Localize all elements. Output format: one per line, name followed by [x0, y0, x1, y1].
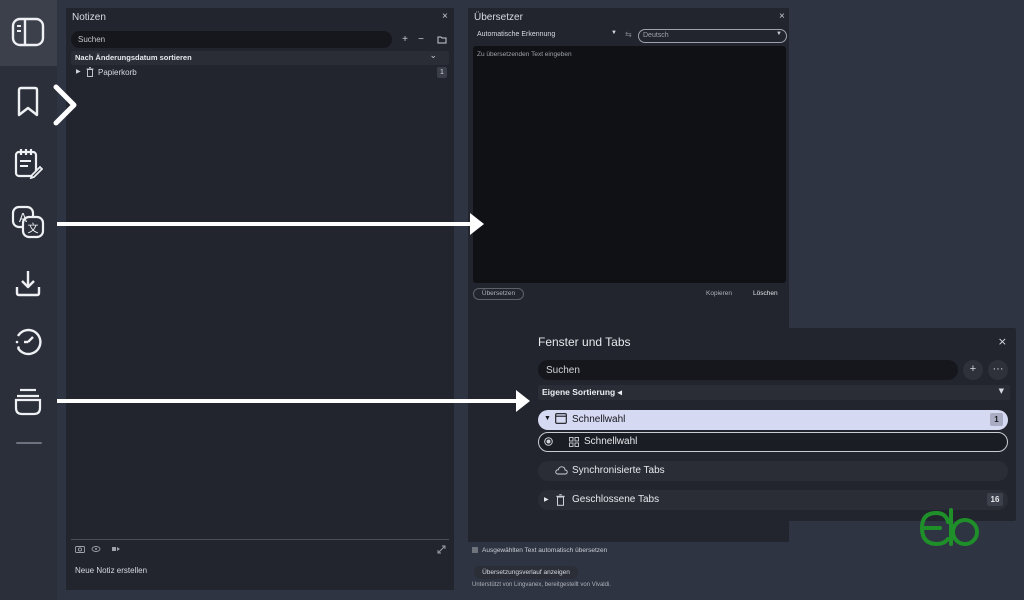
window-row[interactable]: ▼ Schnellwahl 1 [538, 410, 1008, 430]
clear-button[interactable]: Löschen [753, 290, 778, 297]
window-row-count: 1 [990, 413, 1003, 426]
chevron-down-icon[interactable]: ▼ [999, 387, 1004, 395]
history-icon[interactable] [8, 322, 48, 362]
trash-icon [86, 67, 94, 79]
annotation-arrowhead-translator [470, 213, 484, 235]
swap-languages-icon[interactable]: ⇆ [625, 30, 632, 39]
closed-tabs-label: Geschlossene Tabs [572, 494, 660, 505]
folder-icon[interactable] [435, 32, 449, 46]
window-sort-label: Eigene Sortierung ◂ [542, 387, 622, 397]
notes-add-button[interactable]: + [398, 32, 412, 46]
source-language-value: Automatische Erkennung [477, 31, 556, 38]
synced-tabs-label: Synchronisierte Tabs [572, 465, 665, 476]
radio-dot-icon [544, 437, 553, 449]
translator-title: Übersetzer [474, 12, 523, 23]
closed-tabs-count: 16 [987, 493, 1003, 506]
expand-arrow-icon[interactable]: ▶ [544, 496, 549, 503]
panel-rail: A 文 [0, 0, 57, 600]
translation-history-button[interactable]: Übersetzungsverlauf anzeigen [474, 566, 578, 579]
annotation-arrowhead-windows [516, 390, 530, 412]
copy-button[interactable]: Kopieren [706, 290, 732, 297]
expand-arrow-icon[interactable]: ▶ [76, 68, 81, 75]
notes-search-input[interactable] [71, 31, 392, 48]
speed-dial-icon [569, 437, 579, 450]
rail-separator [16, 442, 42, 444]
trash-count-badge: 1 [437, 67, 447, 78]
cloud-icon [555, 466, 568, 478]
chevron-down-icon: ▼ [776, 31, 782, 37]
notes-close-button[interactable]: × [442, 11, 448, 22]
window-tabs-close-button[interactable]: × [998, 335, 1007, 348]
tab-row-label: Schnellwahl [584, 436, 638, 447]
annotation-arrow-translator [57, 222, 473, 226]
window-tabs-search-input[interactable] [538, 360, 958, 380]
translator-close-button[interactable]: × [779, 11, 785, 22]
camera-icon[interactable] [75, 545, 85, 555]
notes-sort-label: Nach Änderungsdatum sortieren [75, 53, 192, 62]
powered-by-text: Unterstützt von Lingvanex, bereitgestell… [472, 582, 611, 588]
trash-folder-row[interactable]: ▶ Papierkorb 1 [71, 67, 449, 80]
translation-input[interactable] [473, 46, 786, 283]
auto-translate-checkbox[interactable]: Ausgewählten Text automatisch übersetzen [472, 547, 607, 554]
notes-footer-divider [71, 539, 449, 540]
site-logo [918, 506, 984, 554]
svg-text:文: 文 [28, 221, 39, 235]
chevron-down-icon[interactable]: ⌄ [429, 51, 437, 61]
window-row-label: Schnellwahl [572, 414, 626, 425]
annotation-arrow-windows [57, 399, 519, 403]
collapse-arrow-icon[interactable]: ▼ [544, 415, 551, 422]
chevron-down-icon: ▼ [611, 30, 617, 36]
new-note-button[interactable]: Neue Notiz erstellen [75, 566, 147, 575]
window-add-button[interactable]: + [963, 360, 983, 380]
window-tabs-icon[interactable] [8, 382, 48, 422]
source-language-select[interactable]: Automatische Erkennung ▼ [473, 29, 621, 43]
synced-tabs-row[interactable]: Synchronisierte Tabs [538, 461, 1008, 481]
trash-label: Papierkorb [98, 68, 137, 77]
window-tabs-panel: Fenster und Tabs × + ··· Eigene Sortieru… [530, 328, 1016, 521]
translate-button[interactable]: Übersetzen [473, 288, 524, 300]
notes-icon[interactable] [8, 143, 48, 183]
panel-toggle-icon[interactable] [8, 12, 48, 52]
link-icon[interactable] [91, 545, 101, 555]
window-sort-bar[interactable]: Eigene Sortierung ◂ ▼ [538, 385, 1010, 400]
window-tabs-title: Fenster und Tabs [538, 335, 631, 349]
notes-remove-button[interactable]: − [414, 32, 428, 46]
window-icon [555, 413, 567, 427]
tab-row[interactable]: Schnellwahl [538, 432, 1008, 452]
notes-panel: Notizen × + − Nach Änderungsdatum sortie… [66, 8, 454, 590]
target-language-select[interactable]: Deutsch ▼ [638, 29, 787, 43]
expand-icon[interactable] [437, 545, 446, 556]
trash-icon [556, 494, 565, 509]
media-icon[interactable] [111, 545, 121, 555]
window-more-button[interactable]: ··· [988, 360, 1008, 380]
target-language-value: Deutsch [643, 32, 669, 39]
translate-icon[interactable]: A 文 [8, 202, 48, 242]
notes-sort-bar[interactable]: Nach Änderungsdatum sortieren ⌄ [71, 51, 449, 65]
notes-title: Notizen [72, 12, 106, 23]
bookmarks-icon[interactable] [8, 82, 48, 122]
checkbox-icon[interactable] [472, 547, 478, 554]
annotation-chevron-icon [52, 84, 80, 130]
auto-translate-label: Ausgewählten Text automatisch übersetzen [482, 547, 608, 554]
downloads-icon[interactable] [8, 263, 48, 303]
